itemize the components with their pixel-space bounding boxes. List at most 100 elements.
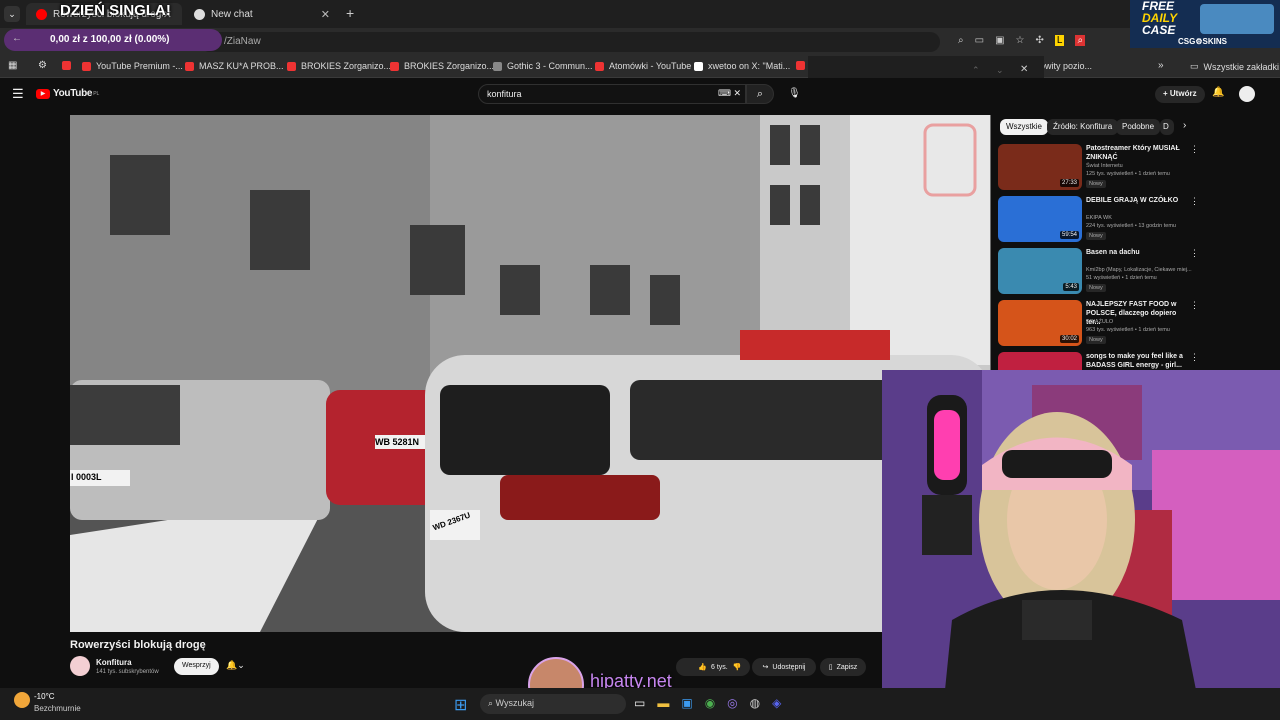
find-prev-icon[interactable]: ⌃ [972, 65, 980, 76]
notifications-icon[interactable]: 🔔 [1212, 87, 1224, 98]
create-button[interactable]: + Utwórz [1155, 86, 1205, 103]
recommendation-thumbnail[interactable]: 27:33 [998, 144, 1082, 190]
file-explorer-icon[interactable]: ▬ [657, 696, 669, 710]
extension-red-icon[interactable]: ⌕ [1075, 35, 1086, 46]
settings-icon[interactable]: ⚙ [38, 60, 47, 71]
steam-icon[interactable]: ◍ [750, 696, 760, 710]
recommendation-channel[interactable]: KSIĄŻULO [1086, 319, 1113, 326]
save-button[interactable]: ▯ Zapisz [820, 658, 866, 676]
bookmark-item[interactable]: MASZ KU*A PROB... [185, 61, 284, 71]
windows-start-icon[interactable]: ⊞ [454, 695, 467, 715]
omnibox[interactable]: /ZiaNaw [200, 32, 940, 52]
recommendation-meta: 51 wyświetleń • 1 dzień temu [1086, 275, 1157, 281]
find-close-icon[interactable]: ✕ [1020, 64, 1028, 75]
recommendation-channel[interactable]: Świat Internetu [1086, 163, 1123, 170]
support-label: Wesprzyj [182, 662, 211, 669]
subscriber-count: 141 tys. subskrybentów [96, 669, 159, 675]
bookmark-item[interactable]: xwetoo on X: "Mati... [694, 61, 790, 71]
new-tab-icon[interactable]: + [346, 5, 354, 21]
logo-text: YouTube [53, 88, 93, 99]
video-player[interactable]: WB 5281N WD 2367U I 0003L [70, 115, 991, 632]
new-badge: Nowy [1086, 336, 1106, 344]
youtube-logo[interactable]: ▶ YouTube PL [36, 88, 99, 99]
bookmark-item[interactable]: BROKIES Zorganizo... [287, 61, 391, 71]
chrome-icon[interactable]: ◉ [705, 696, 715, 710]
apps-grid-icon[interactable]: ▦ [8, 60, 17, 71]
event-banner: DZIEŃ SINGLA! [60, 2, 171, 19]
recommendation-thumbnail[interactable]: 30:02 [998, 300, 1082, 346]
donation-goal-bar: ← 0,00 zł z 100,00 zł (0.00%) [4, 29, 222, 51]
search-button[interactable]: ⌕ [746, 84, 774, 104]
mic-icon[interactable]: 🎙 [788, 88, 801, 99]
recommendation-item[interactable]: 27:33 Patostreamer Który MUSIAŁ ZNIKNĄĆ … [998, 144, 1199, 192]
bookmark-label: MASZ KU*A PROB... [199, 61, 284, 71]
chip-all[interactable]: Wszystkie [1000, 119, 1048, 135]
more-options-icon[interactable]: ⋮ [1190, 248, 1199, 259]
zoom-icon[interactable]: ⌕ [958, 35, 964, 46]
task-view-icon[interactable]: ▭ [634, 696, 645, 710]
bookmark-item[interactable]: Gothic 3 - Commun... [493, 61, 593, 71]
recommendation-item[interactable]: 30:02 NAJLEPSZY FAST FOOD w POLSCE, dlac… [998, 300, 1199, 348]
more-options-icon[interactable]: ⋮ [1190, 352, 1199, 363]
avatar[interactable] [1239, 86, 1255, 102]
thumbs-down-icon: 👎 [732, 664, 742, 671]
channel-avatar[interactable] [70, 656, 90, 676]
license-plate-text: I 0003L [71, 472, 102, 482]
chip-source[interactable]: Źródło: Konfitura [1047, 119, 1119, 135]
more-options-icon[interactable]: ⋮ [1190, 144, 1199, 155]
recommendation-thumbnail[interactable]: 59:54 [998, 196, 1082, 242]
search-icon: ⌕ [756, 88, 764, 100]
bookmark-label: BROKIES Zorganizo... [404, 61, 495, 71]
support-button[interactable]: Wesprzyj [174, 658, 219, 675]
menu-icon[interactable]: ☰ [12, 86, 24, 102]
obs-icon[interactable]: ◎ [727, 696, 737, 710]
all-bookmarks[interactable]: ▭ Wszystkie zakładki [1190, 61, 1279, 72]
dislike-button[interactable]: 👎 [727, 658, 747, 676]
channel-name[interactable]: Konfitura [96, 658, 132, 667]
find-next-icon[interactable]: ⌄ [996, 65, 1004, 76]
extension-icon[interactable]: ▣ [995, 35, 1004, 46]
bookmark-youtube-icon[interactable] [62, 61, 71, 72]
recommendation-title[interactable]: songs to make you feel like a BADASS GIR… [1086, 352, 1192, 370]
taskbar-search[interactable]: ⌕ Wyszukaj [480, 694, 626, 714]
chip-more[interactable]: D [1160, 119, 1174, 135]
cast-icon[interactable]: ▭ [975, 35, 984, 46]
bookmark-star-icon[interactable]: ☆ [1016, 35, 1025, 46]
chevron-right-icon[interactable]: › [1183, 120, 1186, 131]
extension-yellow-icon[interactable]: L [1054, 35, 1065, 46]
store-icon[interactable]: ▣ [681, 696, 692, 710]
play-logo-icon: ▶ [36, 88, 50, 99]
share-button[interactable]: ↪ Udostępnij [752, 658, 816, 676]
chip-similar[interactable]: Podobne [1116, 119, 1161, 135]
recommendation-meta: 125 tys. wyświetleń • 1 dzień temu [1086, 171, 1170, 177]
recommendation-title[interactable]: DEBILE GRAJĄ W CZÓŁKO [1086, 196, 1192, 205]
clear-search-icon[interactable]: ⌨ ✕ [718, 88, 741, 99]
more-options-icon[interactable]: ⋮ [1190, 196, 1199, 207]
weather-text: Bezchmurnie [34, 704, 81, 713]
chip-label: Źródło: Konfitura [1053, 122, 1113, 131]
recommendation-title[interactable]: Basen na dachu [1086, 248, 1192, 257]
recommendation-channel[interactable]: EKIPA WK [1086, 215, 1112, 222]
recommendation-item[interactable]: 59:54 DEBILE GRAJĄ W CZÓŁKO EKIPA WK 224… [998, 196, 1199, 244]
tab-search-button[interactable]: ⌄ [4, 6, 20, 22]
bookmark-item[interactable]: owity pozio... [1040, 61, 1092, 71]
recommendation-item[interactable]: 5:43 Basen na dachu Kmi2bp (Mapy, Lokali… [998, 248, 1199, 296]
bookmark-item[interactable]: YouTube Premium -... [82, 61, 183, 71]
close-icon[interactable]: ✕ [321, 8, 330, 21]
discord-icon[interactable]: ◈ [772, 696, 781, 710]
search-icon: ⌕ [488, 698, 496, 708]
promo-line: CASE [1142, 23, 1176, 37]
recommendation-title[interactable]: Patostreamer Który MUSIAŁ ZNIKNĄĆ [1086, 144, 1192, 162]
case-graphic-icon [1200, 4, 1274, 34]
tab-new-chat[interactable]: New chat ✕ [184, 3, 340, 25]
bookmark-item[interactable]: BROKIES Zorganizo... [390, 61, 494, 71]
search-input[interactable]: konfitura ⌨ ✕ [478, 84, 746, 104]
more-options-icon[interactable]: ⋮ [1190, 300, 1199, 311]
like-count: 6 tys. [710, 663, 728, 671]
notification-bell-icon[interactable]: 🔔⌄ [226, 660, 245, 671]
puzzle-icon[interactable]: ✣ [1035, 35, 1043, 46]
bookmark-item[interactable]: Atomówki - YouTube [595, 61, 691, 71]
recommendation-channel[interactable]: Kmi2bp (Mapy, Lokalizacje, Ciekawe miej.… [1086, 267, 1192, 274]
more-bookmarks-icon[interactable]: » [1158, 60, 1164, 71]
recommendation-thumbnail[interactable]: 5:43 [998, 248, 1082, 294]
